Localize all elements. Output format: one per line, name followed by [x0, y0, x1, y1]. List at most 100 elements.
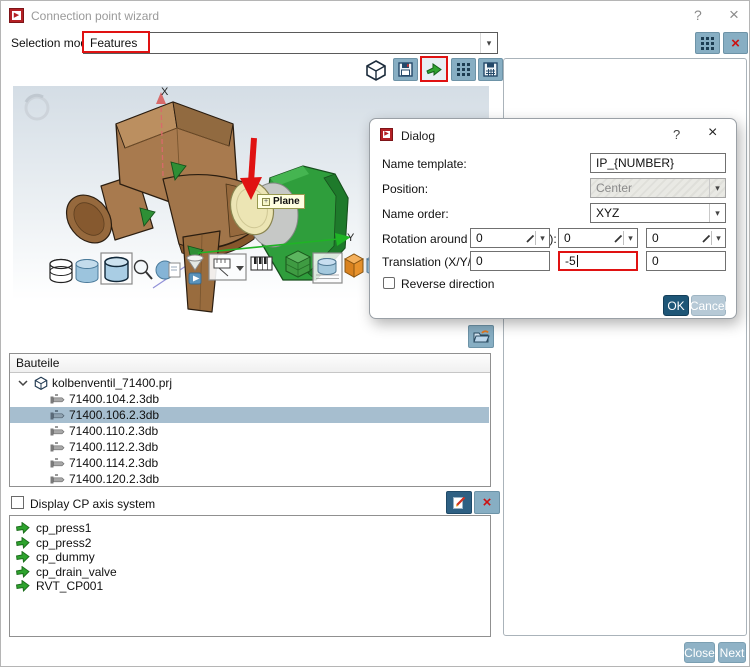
rotation-x-input[interactable]: 0 ▾ — [470, 228, 550, 248]
save-grid-icon — [483, 62, 498, 77]
chevron-down-icon[interactable]: ▾ — [624, 233, 637, 244]
green-arrow-icon — [16, 580, 30, 592]
tree-item-label: 71400.114.2.3db — [69, 456, 159, 470]
tree-item-label: 71400.120.2.3db — [69, 472, 160, 486]
chevron-down-icon[interactable]: ▾ — [709, 204, 725, 222]
translation-y-input[interactable]: -5 — [558, 251, 638, 271]
chevron-down-icon: ▾ — [709, 179, 725, 197]
cylinder-grid-icon[interactable] — [312, 252, 343, 284]
cylinder-shaded-icon[interactable] — [75, 259, 99, 283]
cp-list-item[interactable]: cp_dummy — [16, 550, 95, 564]
reverse-direction-checkbox[interactable] — [383, 277, 395, 289]
window-title: Connection point wizard — [31, 9, 160, 23]
tree-item-label: 71400.106.2.3db — [69, 408, 160, 422]
next-button[interactable]: Next — [718, 642, 746, 663]
red-x-icon: × — [731, 34, 740, 52]
dialog-close-button[interactable]: × — [708, 124, 717, 142]
delete-selection-button[interactable]: × — [723, 32, 748, 54]
cp-item-label: cp_press2 — [36, 535, 92, 550]
window-help-button[interactable]: ? — [694, 7, 702, 23]
plane-tooltip: + Plane — [257, 194, 305, 209]
ok-button[interactable]: OK — [663, 295, 689, 316]
connection-point-wizard-window: ▶ Connection point wizard ? × Selection … — [0, 0, 750, 667]
translation-y-value: -5 — [565, 254, 576, 268]
parts-tree-header[interactable]: Bauteile — [10, 354, 490, 373]
position-label: Position: — [382, 182, 429, 196]
cp-item-label: cp_press1 — [36, 521, 92, 535]
tree-item-row[interactable]: 71400.110.2.3db — [10, 423, 489, 439]
selection-mode-value: Features — [90, 36, 138, 50]
parts-tree-panel: Bauteile kolbenventil_71400.prj 71400.10… — [9, 353, 491, 487]
cylinder-wireframe-icon[interactable] — [49, 258, 73, 284]
close-button[interactable]: Close — [684, 642, 715, 663]
text-caret — [576, 255, 578, 267]
selection-mode-combo[interactable]: Features ▾ — [82, 31, 498, 54]
part-icon — [50, 458, 65, 468]
cylinder-selected-icon[interactable] — [100, 252, 133, 285]
save-scene-button[interactable] — [393, 58, 418, 81]
edit-cp-button[interactable] — [446, 491, 472, 514]
tree-item-row[interactable]: 71400.104.2.3db — [10, 391, 489, 407]
green-arrow-icon — [16, 551, 30, 563]
display-cp-axis-label: Display CP axis system — [30, 497, 156, 511]
chevron-down-icon[interactable]: ▾ — [536, 233, 549, 244]
tree-root-label: kolbenventil_71400.prj — [52, 376, 173, 390]
sphere-document-icon[interactable] — [155, 260, 181, 280]
part-icon — [50, 410, 65, 420]
chevron-down-icon[interactable]: ▾ — [480, 33, 497, 53]
window-close-button[interactable]: × — [729, 5, 739, 25]
translation-z-value: 0 — [652, 254, 659, 268]
mesh-cube-icon[interactable] — [285, 250, 311, 278]
edit-icon — [452, 496, 465, 509]
scale-ruler-icon[interactable] — [250, 256, 273, 271]
save-icon — [398, 62, 413, 77]
chevron-expanded-icon[interactable] — [18, 379, 28, 387]
cp-list-item[interactable]: cp_press1 — [16, 521, 91, 535]
point-grid-button[interactable] — [451, 58, 476, 81]
tree-item-row[interactable]: 71400.120.2.3db — [10, 471, 489, 487]
cp-list-item[interactable]: cp_press2 — [16, 536, 91, 550]
rotation-y-input[interactable]: 0 ▾ — [558, 228, 638, 248]
save-grid-button[interactable] — [478, 58, 503, 81]
cp-list-item[interactable]: cp_drain_valve — [16, 565, 117, 579]
pencil-icon[interactable] — [614, 234, 623, 243]
zoom-icon[interactable] — [133, 259, 153, 280]
dialog-help-button[interactable]: ? — [673, 127, 680, 142]
red-x-icon: × — [482, 494, 492, 511]
display-cp-axis-checkbox[interactable] — [11, 496, 24, 509]
tree-root-row[interactable]: kolbenventil_71400.prj — [10, 375, 489, 391]
pencil-icon[interactable] — [702, 234, 711, 243]
rotation-z-value: 0 — [652, 231, 659, 245]
grid-select-button[interactable] — [695, 32, 720, 54]
pencil-icon[interactable] — [526, 234, 535, 243]
green-arrow-icon — [16, 522, 30, 534]
position-value: Center — [596, 181, 633, 195]
name-order-value: XYZ — [596, 206, 620, 220]
chevron-down-icon[interactable]: ▾ — [712, 233, 725, 244]
translation-x-input[interactable]: 0 — [470, 251, 550, 271]
name-template-label: Name template: — [382, 157, 467, 171]
delete-cp-button[interactable]: × — [474, 491, 500, 514]
assembly-cube-icon — [34, 376, 48, 390]
dialog-icon: ▶ — [380, 128, 393, 141]
apply-direction-button[interactable] — [420, 56, 448, 82]
tree-item-row[interactable]: 71400.112.2.3db — [10, 439, 489, 455]
cp-list-item[interactable]: RVT_CP001 — [16, 579, 103, 593]
position-combo: Center ▾ — [590, 178, 726, 198]
orange-box-icon[interactable] — [343, 253, 365, 278]
dialog-title: Dialog — [401, 129, 436, 143]
load-folder-button[interactable] — [468, 325, 494, 348]
part-icon — [50, 442, 65, 452]
tree-item-label: 71400.104.2.3db — [69, 392, 160, 406]
view-cube-button[interactable] — [362, 57, 389, 82]
rotation-y-value: 0 — [564, 231, 571, 245]
cancel-button[interactable]: Cancel — [690, 295, 727, 316]
tree-item-row-selected[interactable]: 71400.106.2.3db — [10, 407, 489, 423]
rotation-z-input[interactable]: 0 ▾ — [646, 228, 726, 248]
tree-item-row[interactable]: 71400.114.2.3db — [10, 455, 489, 471]
name-template-input[interactable]: IP_{NUMBER} — [590, 153, 726, 173]
translation-z-input[interactable]: 0 — [646, 251, 726, 271]
x-axis-label: X — [161, 86, 169, 98]
name-order-combo[interactable]: XYZ ▾ — [590, 203, 726, 223]
measure-dropdown-icon[interactable] — [208, 253, 247, 281]
